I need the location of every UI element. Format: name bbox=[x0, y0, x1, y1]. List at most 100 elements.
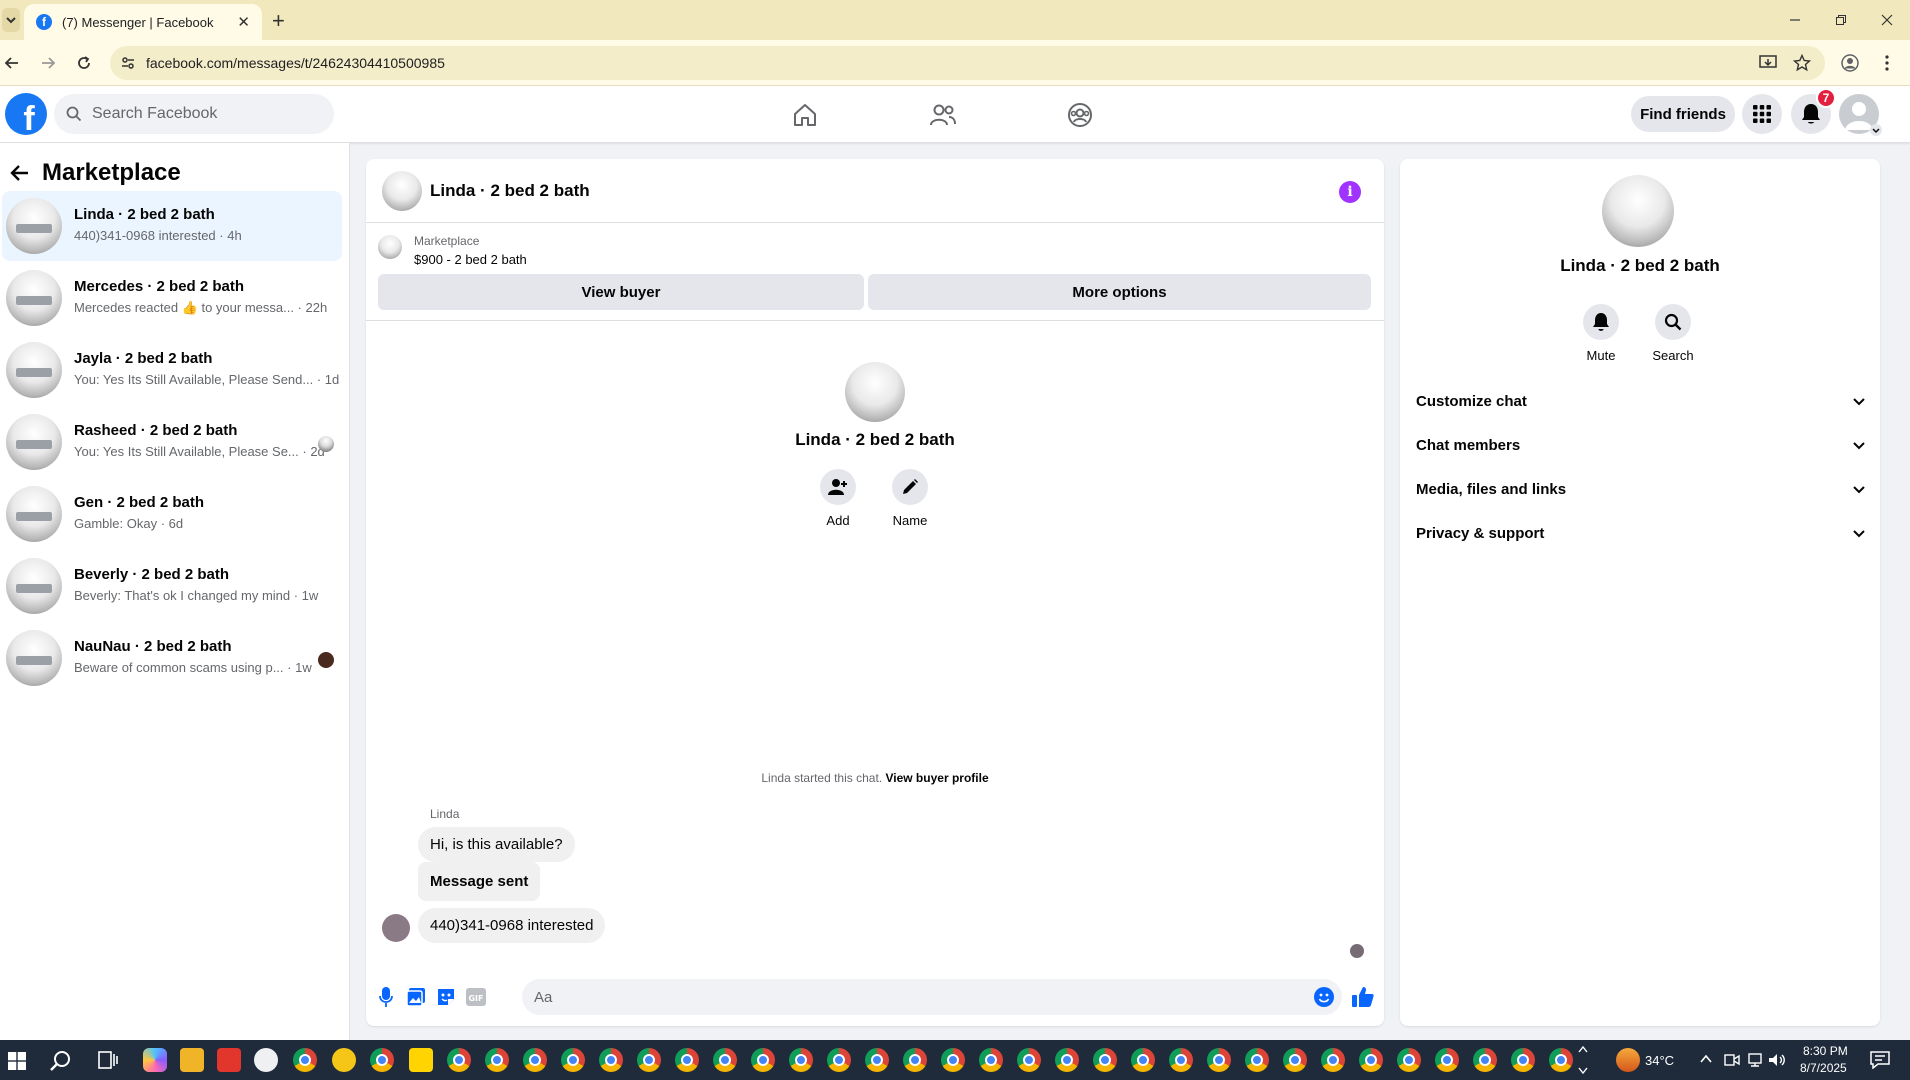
conversation-avatar[interactable] bbox=[382, 171, 422, 211]
attach-photo-button[interactable] bbox=[404, 985, 428, 1009]
chrome-icon[interactable] bbox=[637, 1048, 661, 1072]
app-icon[interactable] bbox=[217, 1048, 241, 1072]
chrome-icon[interactable] bbox=[1321, 1048, 1345, 1072]
nav-groups[interactable] bbox=[1065, 100, 1095, 130]
conversation-title[interactable]: Linda · 2 bed 2 bath bbox=[430, 181, 590, 201]
more-options-button[interactable]: More options bbox=[868, 274, 1371, 310]
app-icon[interactable] bbox=[332, 1048, 356, 1072]
chat-list-item[interactable]: Beverly · 2 bed 2 bath Beverly: That's o… bbox=[2, 551, 342, 621]
windows-start-icon[interactable] bbox=[8, 1052, 26, 1070]
message-input[interactable]: Aa bbox=[522, 979, 1342, 1015]
network-icon[interactable] bbox=[1746, 1052, 1764, 1068]
chrome-icon[interactable] bbox=[1245, 1048, 1269, 1072]
nav-friends[interactable] bbox=[928, 100, 958, 130]
mute-button[interactable]: Mute bbox=[1566, 304, 1636, 363]
chrome-icon[interactable] bbox=[1207, 1048, 1231, 1072]
chat-members-section[interactable]: Chat members bbox=[1416, 427, 1866, 463]
emoji-icon[interactable] bbox=[1314, 987, 1334, 1007]
restore-button[interactable] bbox=[1826, 8, 1856, 32]
view-buyer-button[interactable]: View buyer bbox=[378, 274, 864, 310]
chrome-icon[interactable] bbox=[447, 1048, 471, 1072]
chrome-icon[interactable] bbox=[751, 1048, 775, 1072]
chat-list-item[interactable]: Rasheed · 2 bed 2 bath You: Yes Its Stil… bbox=[2, 407, 342, 477]
reload-button[interactable] bbox=[72, 51, 96, 75]
customize-chat-section[interactable]: Customize chat bbox=[1416, 383, 1866, 419]
copilot-icon[interactable] bbox=[143, 1048, 167, 1072]
chrome-icon[interactable] bbox=[789, 1048, 813, 1072]
chrome-icon[interactable] bbox=[599, 1048, 623, 1072]
chrome-icon[interactable] bbox=[903, 1048, 927, 1072]
chrome-icon[interactable] bbox=[370, 1048, 394, 1072]
chrome-icon[interactable] bbox=[1131, 1048, 1155, 1072]
meet-icon[interactable] bbox=[1724, 1052, 1740, 1068]
chrome-icon[interactable] bbox=[1549, 1048, 1573, 1072]
new-tab-button[interactable]: + bbox=[272, 8, 285, 34]
tab-search-dropdown[interactable] bbox=[2, 8, 20, 32]
search-icon[interactable] bbox=[50, 1050, 72, 1072]
sticky-notes-icon[interactable] bbox=[409, 1048, 433, 1072]
facebook-logo[interactable]: f bbox=[5, 93, 47, 135]
chrome-icon[interactable] bbox=[1435, 1048, 1459, 1072]
find-friends-button[interactable]: Find friends bbox=[1631, 96, 1735, 132]
gif-button[interactable]: GIF bbox=[464, 985, 488, 1009]
voice-clip-button[interactable] bbox=[374, 985, 398, 1009]
nav-home[interactable] bbox=[790, 100, 820, 130]
media-files-links-section[interactable]: Media, files and links bbox=[1416, 471, 1866, 507]
info-icon[interactable]: i bbox=[1339, 181, 1361, 203]
chat-list-item[interactable]: Linda · 2 bed 2 bath 440)341-0968 intere… bbox=[2, 191, 342, 261]
privacy-support-section[interactable]: Privacy & support bbox=[1416, 515, 1866, 551]
chat-list-item[interactable]: Mercedes · 2 bed 2 bath Mercedes reacted… bbox=[2, 263, 342, 333]
minimize-button[interactable] bbox=[1780, 8, 1810, 32]
notification-center-icon[interactable] bbox=[1870, 1051, 1890, 1069]
install-app-button[interactable] bbox=[1756, 51, 1780, 75]
address-bar[interactable]: facebook.com/messages/t/2462430441050098… bbox=[110, 46, 1825, 80]
chrome-icon[interactable] bbox=[1169, 1048, 1193, 1072]
clock-date[interactable]: 8/7/2025 bbox=[1800, 1061, 1847, 1075]
facebook-search-input[interactable]: Search Facebook bbox=[54, 94, 334, 134]
chrome-icon[interactable] bbox=[827, 1048, 851, 1072]
search-in-conversation-button[interactable]: Search bbox=[1638, 304, 1708, 363]
weather-icon[interactable] bbox=[1616, 1048, 1640, 1072]
chevron-up-icon[interactable] bbox=[1700, 1054, 1712, 1064]
file-explorer-icon[interactable] bbox=[180, 1048, 204, 1072]
menu-button[interactable] bbox=[1742, 94, 1782, 134]
back-arrow-icon[interactable] bbox=[10, 163, 30, 183]
chrome-icon[interactable] bbox=[523, 1048, 547, 1072]
forward-button[interactable] bbox=[36, 51, 60, 75]
chrome-icon[interactable] bbox=[485, 1048, 509, 1072]
close-tab-icon[interactable]: ✕ bbox=[237, 13, 250, 31]
clock-time[interactable]: 8:30 PM bbox=[1803, 1044, 1848, 1058]
site-info-icon[interactable] bbox=[120, 55, 136, 71]
chat-list-item[interactable]: NauNau · 2 bed 2 bath Beware of common s… bbox=[2, 623, 342, 693]
chrome-icon[interactable] bbox=[1283, 1048, 1307, 1072]
chrome-icon[interactable] bbox=[941, 1048, 965, 1072]
volume-icon[interactable] bbox=[1768, 1052, 1786, 1068]
chrome-icon[interactable] bbox=[293, 1048, 317, 1072]
add-people-button[interactable]: Add bbox=[808, 469, 868, 528]
chrome-icon[interactable] bbox=[1397, 1048, 1421, 1072]
chrome-icon[interactable] bbox=[1511, 1048, 1535, 1072]
chrome-icon[interactable] bbox=[561, 1048, 585, 1072]
chrome-icon[interactable] bbox=[1093, 1048, 1117, 1072]
taskbar-scroll-icon[interactable] bbox=[1578, 1044, 1588, 1076]
view-buyer-profile-link[interactable]: View buyer profile bbox=[885, 771, 988, 785]
chrome-icon[interactable] bbox=[1359, 1048, 1383, 1072]
chrome-icon[interactable] bbox=[713, 1048, 737, 1072]
profile-button[interactable] bbox=[1838, 51, 1862, 75]
like-button[interactable] bbox=[1350, 985, 1376, 1009]
chrome-icon[interactable] bbox=[979, 1048, 1003, 1072]
chrome-icon[interactable] bbox=[1473, 1048, 1497, 1072]
chrome-icon[interactable] bbox=[675, 1048, 699, 1072]
back-button[interactable] bbox=[0, 51, 24, 75]
app-icon[interactable] bbox=[254, 1048, 278, 1072]
bookmark-button[interactable] bbox=[1790, 51, 1814, 75]
chat-list-item[interactable]: Gen · 2 bed 2 bath Gamble: Okay · 6d bbox=[2, 479, 342, 549]
browser-menu-button[interactable] bbox=[1875, 51, 1899, 75]
chrome-icon[interactable] bbox=[1055, 1048, 1079, 1072]
close-window-button[interactable] bbox=[1872, 8, 1902, 32]
chrome-icon[interactable] bbox=[865, 1048, 889, 1072]
task-view-icon[interactable] bbox=[98, 1051, 118, 1069]
name-chat-button[interactable]: Name bbox=[880, 469, 940, 528]
chrome-icon[interactable] bbox=[1017, 1048, 1041, 1072]
chat-list-item[interactable]: Jayla · 2 bed 2 bath You: Yes Its Still … bbox=[2, 335, 342, 405]
